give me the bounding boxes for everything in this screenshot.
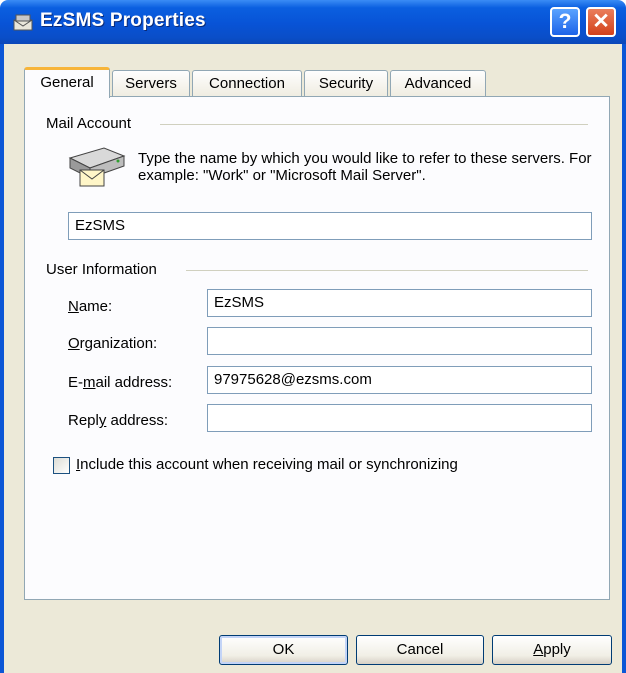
ok-button[interactable]: OK (219, 635, 348, 665)
include-account-checkbox[interactable] (53, 457, 70, 474)
mail-account-description: Type the name by which you would like to… (138, 150, 592, 184)
tab-advanced[interactable]: Advanced (390, 70, 486, 97)
window-title: EzSMS Properties (40, 10, 206, 31)
include-account-label[interactable]: Include this account when receiving mail… (76, 456, 458, 473)
email-address-input[interactable]: 97975628@ezsms.com (207, 366, 592, 394)
close-button[interactable]: ✕ (586, 7, 616, 37)
mail-account-divider (160, 124, 588, 125)
organization-input[interactable] (207, 327, 592, 355)
user-info-divider (186, 270, 588, 271)
reply-address-input[interactable] (207, 404, 592, 432)
properties-dialog: EzSMS Properties ? ✕ General Servers Con… (0, 0, 626, 673)
cancel-button[interactable]: Cancel (356, 635, 484, 665)
title-bar[interactable]: EzSMS Properties ? ✕ (0, 0, 626, 44)
account-properties-icon (13, 14, 33, 31)
email-label: E-mail address: (68, 374, 173, 391)
help-button[interactable]: ? (550, 7, 580, 37)
apply-button[interactable]: Apply (492, 635, 612, 665)
name-input[interactable]: EzSMS (207, 289, 592, 317)
reply-address-label: Reply address: (68, 412, 169, 429)
organization-label: Organization: (68, 335, 158, 352)
mail-account-group-label: Mail Account (46, 115, 138, 132)
user-info-group-label: User Information (46, 261, 163, 278)
tab-connection[interactable]: Connection (192, 70, 302, 97)
mail-server-icon (68, 147, 126, 187)
tab-security[interactable]: Security (304, 70, 388, 97)
tab-servers[interactable]: Servers (112, 70, 190, 97)
account-name-input[interactable]: EzSMS (68, 212, 592, 240)
name-label: Name: (68, 298, 113, 315)
tab-general[interactable]: General (24, 67, 110, 98)
